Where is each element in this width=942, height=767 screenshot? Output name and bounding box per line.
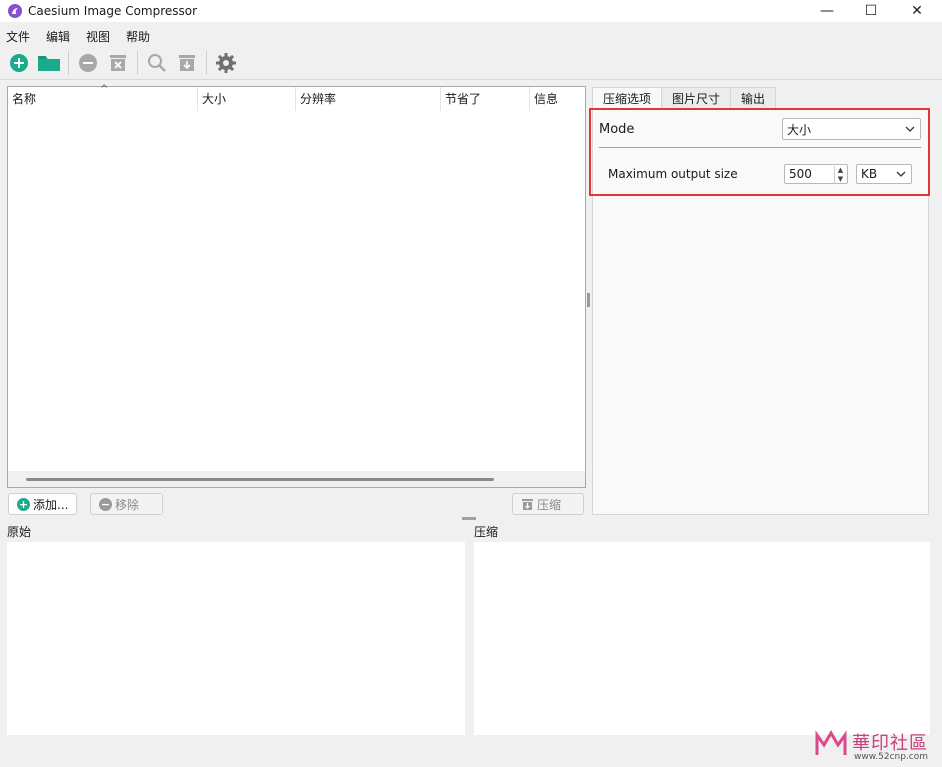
watermark-url: www.52cnp.com [854, 752, 929, 762]
menu-edit[interactable]: 编辑 [46, 28, 70, 45]
horizontal-splitter-handle[interactable] [462, 517, 476, 520]
compress-icon [179, 55, 195, 71]
column-resolution[interactable]: 分辨率 [296, 87, 441, 111]
compressed-preview [474, 542, 930, 735]
open-folder-button[interactable] [37, 51, 61, 75]
original-preview-label: 原始 [7, 525, 32, 539]
toolbar [0, 48, 942, 78]
tab-output[interactable]: 输出 [730, 87, 777, 109]
preview-button[interactable] [145, 51, 169, 75]
clear-list-icon [110, 55, 126, 71]
close-button[interactable]: ✕ [894, 0, 940, 22]
scrollbar-thumb[interactable] [26, 478, 494, 481]
compressed-preview-label: 压缩 [474, 525, 499, 539]
remove-icon [79, 54, 97, 72]
compress-toolbar-button[interactable] [175, 51, 199, 75]
original-preview [7, 542, 465, 735]
column-saved[interactable]: 节省了 [441, 87, 530, 111]
horizontal-scrollbar[interactable] [8, 471, 585, 487]
remove-button-label: 移除 [115, 497, 140, 512]
preview-search-icon [148, 54, 166, 72]
add-icon: + [17, 497, 30, 511]
file-list[interactable]: 名称 大小 分辨率 节省了 信息 ^ [7, 84, 586, 488]
maximize-button[interactable]: ☐ [848, 0, 894, 22]
highlight-annotation [589, 108, 930, 196]
column-size[interactable]: 大小 [198, 87, 296, 111]
minimize-button[interactable]: — [804, 0, 850, 22]
minimize-icon: — [820, 3, 834, 19]
add-files-button[interactable] [7, 51, 31, 75]
close-icon: ✕ [911, 3, 923, 19]
maximize-icon: ☐ [864, 3, 878, 19]
menu-file[interactable]: 文件 [6, 28, 30, 45]
watermark-logo-icon [814, 727, 848, 767]
menu-bar: 文件 编辑 视图 帮助 [0, 26, 942, 46]
compress-button-label: 压缩 [537, 497, 562, 512]
watermark: 華印社區 www.52cnp.com [814, 727, 942, 767]
column-info[interactable]: 信息 [530, 87, 585, 111]
options-tabs: 压缩选项 图片尺寸 输出 [592, 87, 777, 109]
add-button[interactable]: + 添加... [8, 493, 78, 515]
compress-icon [522, 498, 533, 510]
file-list-header: 名称 大小 分辨率 节省了 信息 ^ [8, 84, 585, 111]
remove-bottom-button[interactable]: − 移除 [90, 493, 163, 515]
add-button-label: 添加... [33, 497, 69, 512]
compress-button[interactable]: 压缩 [512, 493, 584, 515]
toolbar-separator [68, 51, 69, 75]
menu-view[interactable]: 视图 [86, 28, 110, 45]
open-folder-icon [38, 56, 60, 71]
clear-list-button[interactable] [106, 51, 130, 75]
toolbar-separator [206, 51, 207, 75]
settings-icon [216, 53, 236, 73]
title-bar: Caesium Image Compressor — ☐ ✕ [0, 0, 942, 22]
app-logo-icon [8, 4, 22, 18]
settings-button[interactable] [214, 51, 238, 75]
add-icon [10, 54, 28, 72]
menu-help[interactable]: 帮助 [126, 28, 150, 45]
sort-indicator-icon: ^ [100, 84, 109, 95]
toolbar-separator [137, 51, 138, 75]
vertical-splitter-handle[interactable] [587, 293, 590, 307]
remove-button[interactable] [76, 51, 100, 75]
remove-icon: − [99, 497, 112, 511]
toolbar-divider [0, 79, 942, 80]
tab-compression-options[interactable]: 压缩选项 [592, 87, 663, 109]
window-title: Caesium Image Compressor [28, 4, 198, 18]
tab-image-size[interactable]: 图片尺寸 [661, 87, 732, 109]
